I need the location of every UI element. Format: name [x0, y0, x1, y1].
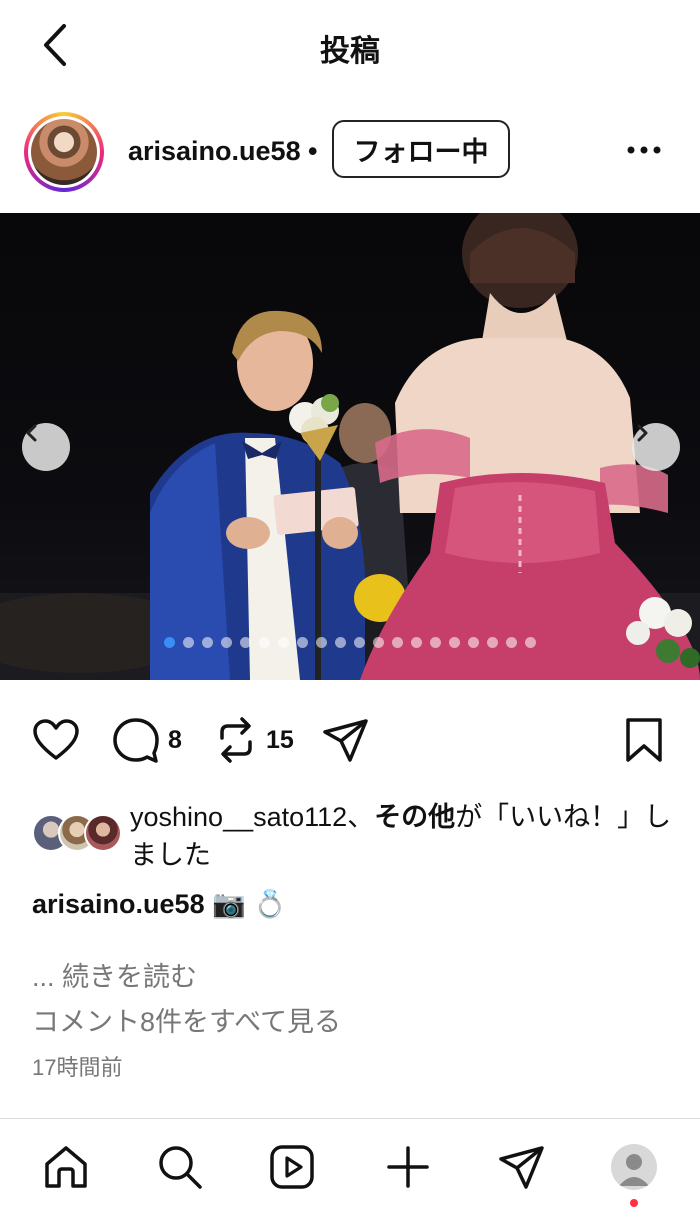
- post-image[interactable]: [0, 213, 700, 680]
- share-button[interactable]: [322, 716, 370, 764]
- bottom-navigation: [0, 1118, 700, 1216]
- carousel-dot: [392, 637, 403, 648]
- reels-icon: [270, 1145, 314, 1189]
- carousel-dot: [449, 637, 460, 648]
- comment-icon: [113, 718, 159, 763]
- bookmark-icon: [626, 718, 662, 762]
- carousel-dot: [316, 637, 327, 648]
- post-header: arisaino.ue58 • フォロー中: [0, 110, 700, 194]
- author-avatar[interactable]: [24, 112, 104, 192]
- carousel-dot: [468, 637, 479, 648]
- nav-reels[interactable]: [266, 1141, 318, 1193]
- carousel-dot: [240, 637, 251, 648]
- carousel-dot: [164, 637, 175, 648]
- profile-avatar-icon: [611, 1144, 657, 1190]
- top-header: 投稿: [0, 0, 700, 90]
- save-button[interactable]: [624, 716, 664, 764]
- plus-icon: [387, 1146, 429, 1188]
- liked-by-others[interactable]: その他: [374, 802, 455, 832]
- carousel-dot: [221, 637, 232, 648]
- carousel-next-button[interactable]: [632, 423, 680, 471]
- view-all-comments-link[interactable]: コメント8件をすべて見る: [32, 1000, 341, 1039]
- likes-separator: 、: [347, 802, 375, 832]
- following-button[interactable]: フォロー中: [332, 120, 510, 178]
- caption-emojis: 📷 💍: [212, 889, 287, 919]
- nav-messages[interactable]: [496, 1141, 548, 1193]
- carousel-prev-button[interactable]: [22, 423, 70, 471]
- liked-by-avatars: [32, 814, 128, 854]
- nav-create[interactable]: [382, 1141, 434, 1193]
- more-horizontal-icon: [627, 146, 661, 154]
- carousel-dot: [183, 637, 194, 648]
- carousel-dot: [373, 637, 384, 648]
- nav-search[interactable]: [154, 1141, 206, 1193]
- send-icon: [499, 1146, 544, 1189]
- more-options-button[interactable]: [622, 138, 666, 162]
- carousel-dot: [297, 637, 308, 648]
- carousel-dot: [259, 637, 270, 648]
- carousel-dot: [335, 637, 346, 648]
- repost-count: 15: [266, 725, 294, 754]
- comment-button[interactable]: 8: [112, 716, 182, 764]
- comment-count: 8: [168, 725, 182, 754]
- chevron-right-icon: [637, 424, 648, 442]
- carousel-dot: [487, 637, 498, 648]
- author-username[interactable]: arisaino.ue58: [128, 136, 301, 167]
- search-icon: [159, 1146, 202, 1189]
- repost-icon: [220, 717, 252, 763]
- read-more-link[interactable]: ... 続きを読む: [32, 955, 197, 994]
- repost-button[interactable]: 15: [214, 716, 294, 764]
- notification-dot: [630, 1199, 638, 1207]
- heart-icon: [33, 719, 79, 760]
- liked-by-username[interactable]: yoshino__sato112: [130, 802, 347, 832]
- carousel-dot: [278, 637, 289, 648]
- home-icon: [45, 1146, 87, 1188]
- separator-dot: •: [308, 136, 318, 166]
- chevron-left-icon: [26, 424, 37, 442]
- likes-text: yoshino__sato112、その他が「いいね！」しました: [130, 798, 690, 874]
- page-title: 投稿: [320, 35, 380, 68]
- nav-profile[interactable]: [608, 1141, 660, 1193]
- post-timestamp: 17時間前: [32, 1055, 123, 1080]
- carousel-dot: [354, 637, 365, 648]
- carousel-dot: [506, 637, 517, 648]
- carousel-dot: [430, 637, 441, 648]
- post-caption: arisaino.ue58 📷 💍: [32, 886, 287, 922]
- carousel-indicator: [0, 637, 700, 648]
- send-icon: [323, 719, 368, 762]
- wedding-photo: [0, 213, 700, 680]
- nav-home[interactable]: [40, 1141, 92, 1193]
- like-button[interactable]: [32, 716, 80, 764]
- avatar: [84, 814, 122, 852]
- carousel-dot: [411, 637, 422, 648]
- action-bar: 8 15: [0, 708, 700, 772]
- carousel-dot: [202, 637, 213, 648]
- carousel-dot: [525, 637, 536, 648]
- caption-username[interactable]: arisaino.ue58: [32, 889, 205, 919]
